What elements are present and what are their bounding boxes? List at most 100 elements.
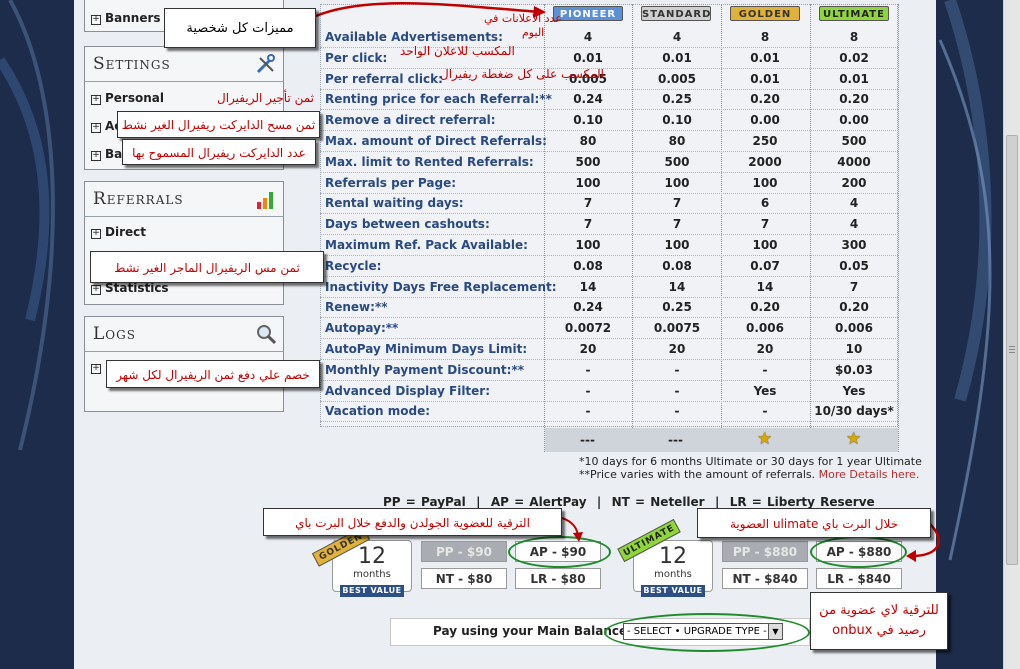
row-value-pioneer: 7 xyxy=(583,217,593,231)
note-price: **Price varies with the amount of referr… xyxy=(579,468,920,481)
row-value-golden: 0.006 xyxy=(746,321,784,335)
expand-icon: + xyxy=(91,122,101,133)
note-rent-price: ثمن تأجير الريفيرال xyxy=(217,91,315,105)
row-value-pioneer: 20 xyxy=(579,342,597,356)
row-value-pioneer: 0.24 xyxy=(573,300,603,314)
sidebar-item-banners[interactable]: + Banners xyxy=(91,10,161,26)
row-value-standard: 0.005 xyxy=(658,72,696,86)
table-row: Advanced Display Filter: - - Yes Yes xyxy=(320,381,898,401)
table-row: Autopay:** 0.0072 0.0075 0.006 0.006 xyxy=(320,318,898,338)
sidebar-item-personal[interactable]: + Personal xyxy=(91,90,164,106)
row-value-standard: - xyxy=(674,363,680,377)
row-value-standard: 7 xyxy=(672,217,682,231)
ultimate-liberty-button[interactable]: LR - $840 xyxy=(816,568,902,589)
row-value-ultimate: Yes xyxy=(842,384,866,398)
row-value-ultimate: 10 xyxy=(845,342,863,356)
expand-icon: + xyxy=(91,363,101,374)
golden-neteller-button[interactable]: NT - $80 xyxy=(421,568,507,589)
row-label: AutoPay Minimum Days Limit: xyxy=(325,342,528,356)
highlight-golden-alertpay xyxy=(508,536,611,568)
row-value-pioneer: 0.01 xyxy=(573,51,603,65)
sidebar-item-logs[interactable]: + xyxy=(91,359,105,375)
golden-liberty-button[interactable]: LR - $80 xyxy=(515,568,601,589)
table-row: Referrals per Page: 100 100 100 200 xyxy=(320,173,898,193)
row-value-standard: 0.10 xyxy=(662,113,692,127)
row-value-ultimate: 0.01 xyxy=(839,72,869,86)
row-value-ultimate: 500 xyxy=(841,134,867,148)
callout-golden-upgrade: الترقية للعضوية الجولدن والدفع خلال البر… xyxy=(263,508,562,536)
note-per-ref-click: المكسب على كل ضغطة ريفيرال xyxy=(440,67,604,81)
table-row: Days between cashouts: 7 7 7 4 xyxy=(320,214,898,234)
ultimate-neteller-button[interactable]: NT - $840 xyxy=(722,568,808,589)
callout-remove-direct: ثمن مسح الدايركت ريفيرال الغير نشط xyxy=(117,111,320,138)
row-value-standard: - xyxy=(674,384,680,398)
table-row: Vacation mode: - - - 10/30 days* xyxy=(320,401,898,421)
referrals-header: Referrals xyxy=(85,182,283,217)
callout-features: مميزات كل شخصية xyxy=(164,8,316,48)
row-value-pioneer: 7 xyxy=(583,196,593,210)
row-value-golden: - xyxy=(762,404,768,418)
row-value-ultimate: 4000 xyxy=(837,155,871,169)
ultimate-paypal-button[interactable]: PP - $880 xyxy=(722,541,808,562)
row-value-golden: 0.01 xyxy=(750,72,780,86)
table-row: Per referral click: 0.005 0.005 0.01 0.01 xyxy=(320,69,898,89)
sidebar-item-banking[interactable]: + Ba xyxy=(91,146,122,162)
payment-legend: PP = PayPal | AP = AlertPay | NT = Netel… xyxy=(383,495,875,509)
golden-paypal-button[interactable]: PP - $90 xyxy=(421,541,507,562)
plan-header-golden: GOLDEN xyxy=(730,6,800,21)
row-value-standard: 500 xyxy=(664,155,690,169)
highlight-ultimate-alertpay xyxy=(810,536,907,568)
row-value-golden: 0.20 xyxy=(750,300,780,314)
golden-best-value-badge: BEST VALUE xyxy=(340,585,404,597)
row-label: Autopay:** xyxy=(325,321,399,335)
row-value-ultimate: 0.20 xyxy=(839,92,869,106)
sidebar-item-direct[interactable]: + Direct xyxy=(91,224,146,240)
row-value-ultimate: 0.00 xyxy=(839,113,869,127)
row-value-standard: 0.08 xyxy=(662,259,692,273)
row-label: Inactivity Days Free Replacement: xyxy=(325,280,557,294)
note-ads-per-day: عدد الاعلانات في xyxy=(484,12,562,25)
row-value-standard: 4 xyxy=(672,30,682,44)
row-value-golden: 100 xyxy=(752,176,778,190)
row-label: Per referral click: xyxy=(325,72,443,86)
pay-balance-label: Pay using your Main Balance: xyxy=(433,624,632,638)
plan-header-standard: STANDARD xyxy=(641,6,711,21)
row-value-golden: 0.07 xyxy=(750,259,780,273)
callout-direct-allowed: عدد الدايركت ريفيرال المسموح بها xyxy=(122,139,316,165)
row-value-pioneer: 80 xyxy=(579,134,597,148)
row-value-pioneer: - xyxy=(585,384,591,398)
more-details-link[interactable]: More Details here. xyxy=(819,468,920,481)
row-value-standard: 0.0075 xyxy=(653,321,701,335)
row-value-standard: 0.25 xyxy=(662,300,692,314)
row-value-ultimate: $0.03 xyxy=(835,363,873,377)
callout-ultimate-pay: خلال البرت باي ulimate العضوية xyxy=(697,508,931,538)
footer-mark-standard: --- xyxy=(668,433,683,447)
expand-icon: + xyxy=(91,228,101,239)
highlight-upgrade-select xyxy=(604,613,810,652)
logs-header: Logs xyxy=(85,317,283,352)
row-value-ultimate: 7 xyxy=(849,280,859,294)
row-label: Vacation mode: xyxy=(325,404,431,418)
bar-chart-icon xyxy=(257,192,273,209)
row-value-ultimate: 0.006 xyxy=(835,321,873,335)
table-row: Inactivity Days Free Replacement: 14 14 14 7 xyxy=(320,277,898,297)
row-value-pioneer: - xyxy=(585,404,591,418)
footer-mark-pioneer: --- xyxy=(580,433,595,447)
plan-header-pioneer: PIONEER xyxy=(553,6,623,21)
expand-icon: + xyxy=(91,150,101,161)
row-value-pioneer: 14 xyxy=(579,280,597,294)
row-value-ultimate: 300 xyxy=(841,238,867,252)
note-ads-per-day-2: اليوم xyxy=(522,26,545,39)
scrollbar-thumb[interactable] xyxy=(1006,135,1018,565)
vertical-scrollbar[interactable] xyxy=(1003,0,1020,669)
table-row: Max. amount of Direct Referrals: 80 80 250 5… xyxy=(320,131,898,151)
row-value-standard: 14 xyxy=(668,280,686,294)
table-row: Renting price for each Referral:** 0.24 0.… xyxy=(320,89,898,109)
row-value-standard: - xyxy=(674,404,680,418)
row-value-pioneer: 100 xyxy=(575,176,601,190)
magnifier-icon xyxy=(257,325,277,345)
tools-icon xyxy=(256,54,275,74)
row-value-golden: Yes xyxy=(753,384,777,398)
row-label: Monthly Payment Discount:** xyxy=(325,363,524,377)
row-value-standard: 7 xyxy=(672,196,682,210)
